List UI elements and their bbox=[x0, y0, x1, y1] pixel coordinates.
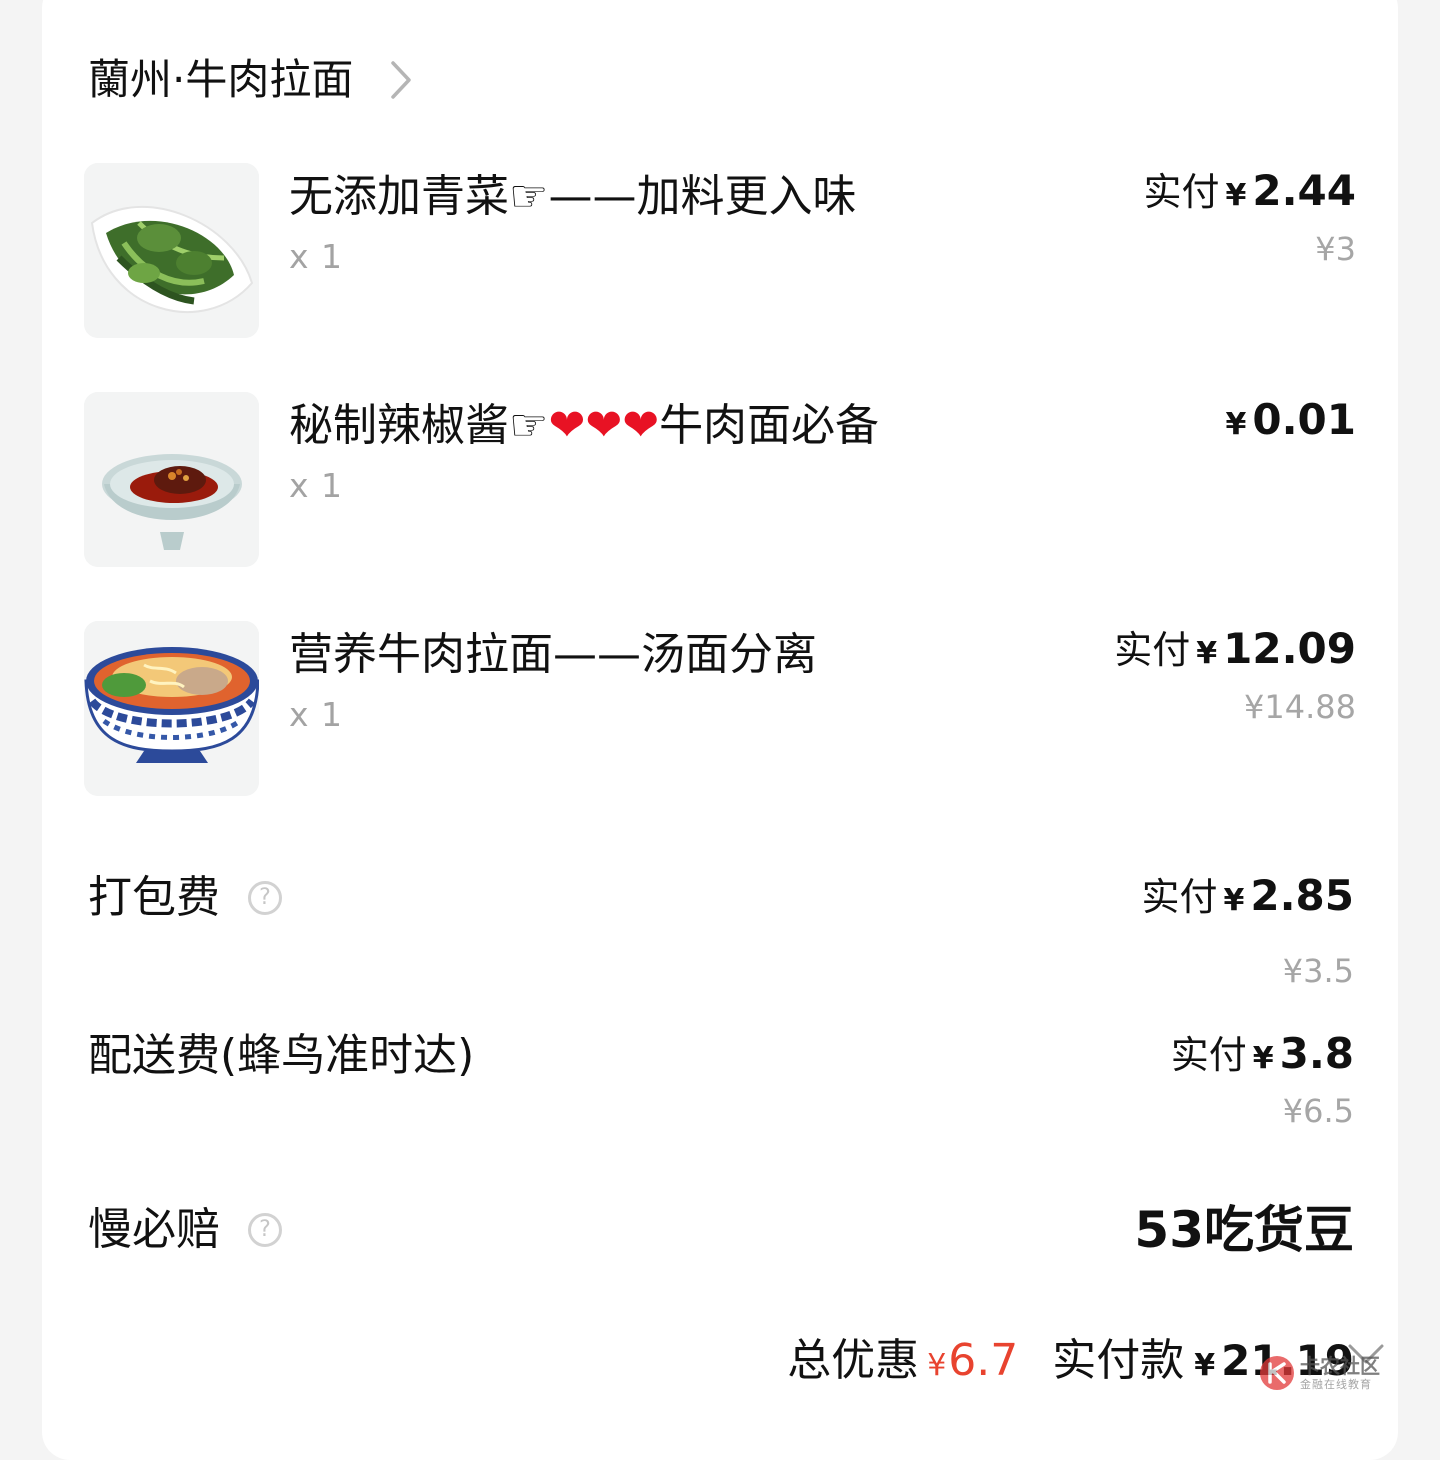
delivery-fee-original: ¥6.5 bbox=[1282, 1092, 1354, 1130]
paid-amount: 0.01 bbox=[1252, 395, 1356, 444]
item-name: 营养牛肉拉面——汤面分离 bbox=[289, 629, 817, 680]
shop-header[interactable]: 蘭州·牛肉拉面 bbox=[88, 52, 419, 108]
late-compensation-label: 慢必赔 bbox=[88, 1204, 220, 1255]
late-compensation-value: 53吃货豆 bbox=[1134, 1201, 1354, 1259]
total-paid-label: 实付款 bbox=[1052, 1335, 1185, 1386]
late-compensation-row: 慢必赔 ? 53吃货豆 bbox=[88, 1200, 1354, 1260]
packing-fee-row: 打包费 ? 实付 ¥2.85 ¥3.5 bbox=[88, 868, 1354, 990]
item-image-chili-sauce bbox=[84, 392, 259, 567]
delivery-fee-row: 配送费(蜂鸟准时达) 实付 ¥3.8 ¥6.5 bbox=[88, 1026, 1354, 1130]
shop-name: 蘭州·牛肉拉面 bbox=[88, 55, 354, 104]
order-item: 无添加青菜☞——加料更入味 x 1 实付 ¥2.44 ¥3 bbox=[84, 163, 1356, 339]
total-discount-amount: 6.7 bbox=[948, 1335, 1019, 1386]
chevron-right-icon bbox=[391, 61, 412, 99]
watermark-title: 卡农社区 bbox=[1300, 1354, 1380, 1378]
discount-currency: ¥ bbox=[927, 1348, 947, 1383]
watermark-logo-icon bbox=[1260, 1356, 1294, 1390]
paid-label: 实付 bbox=[1114, 628, 1191, 672]
currency-symbol: ¥ bbox=[1225, 407, 1247, 442]
order-item: 秘制辣椒酱☞❤❤❤牛肉面必备 x 1 ¥0.01 bbox=[84, 392, 1356, 568]
currency-symbol: ¥ bbox=[1196, 636, 1218, 671]
item-image-beef-noodle bbox=[84, 621, 259, 796]
heart-emoji: ❤❤❤ bbox=[548, 400, 660, 451]
item-price: ¥0.01 bbox=[1225, 392, 1356, 453]
item-quantity: x 1 bbox=[289, 237, 344, 276]
item-image-greens bbox=[84, 163, 259, 338]
paid-label: 实付 bbox=[1143, 170, 1220, 214]
packing-fee-label: 打包费 bbox=[88, 872, 220, 923]
packing-fee-original: ¥3.5 bbox=[1282, 952, 1354, 990]
watermark: 卡农社区 金融在线教育 bbox=[1258, 1354, 1380, 1392]
item-quantity: x 1 bbox=[289, 695, 344, 734]
currency-symbol: ¥ bbox=[1225, 178, 1247, 213]
total-discount-label: 总优惠 bbox=[787, 1335, 920, 1386]
packing-fee-paid: 实付 ¥2.85 bbox=[1141, 871, 1354, 920]
item-price: 实付 ¥2.44 ¥3 bbox=[1143, 163, 1356, 268]
delivery-fee-paid: 实付 ¥3.8 bbox=[1170, 1029, 1354, 1078]
paid-currency: ¥ bbox=[1194, 1348, 1216, 1383]
original-price: ¥14.88 bbox=[1244, 688, 1356, 726]
delivery-fee-label: 配送费(蜂鸟准时达) bbox=[88, 1030, 475, 1081]
paid-amount: 12.09 bbox=[1223, 624, 1356, 673]
order-item: 营养牛肉拉面——汤面分离 x 1 实付 ¥12.09 ¥14.88 bbox=[84, 621, 1356, 797]
help-circle-icon[interactable]: ? bbox=[248, 881, 282, 915]
original-price: ¥3 bbox=[1315, 230, 1356, 268]
paid-amount: 2.44 bbox=[1252, 166, 1356, 215]
item-quantity: x 1 bbox=[289, 466, 344, 505]
item-name: 秘制辣椒酱☞❤❤❤牛肉面必备 bbox=[289, 400, 880, 451]
item-price: 实付 ¥12.09 ¥14.88 bbox=[1114, 621, 1356, 726]
watermark-subtitle: 金融在线教育 bbox=[1300, 1378, 1372, 1391]
item-name: 无添加青菜☞——加料更入味 bbox=[289, 171, 857, 222]
help-circle-icon[interactable]: ? bbox=[248, 1213, 282, 1247]
